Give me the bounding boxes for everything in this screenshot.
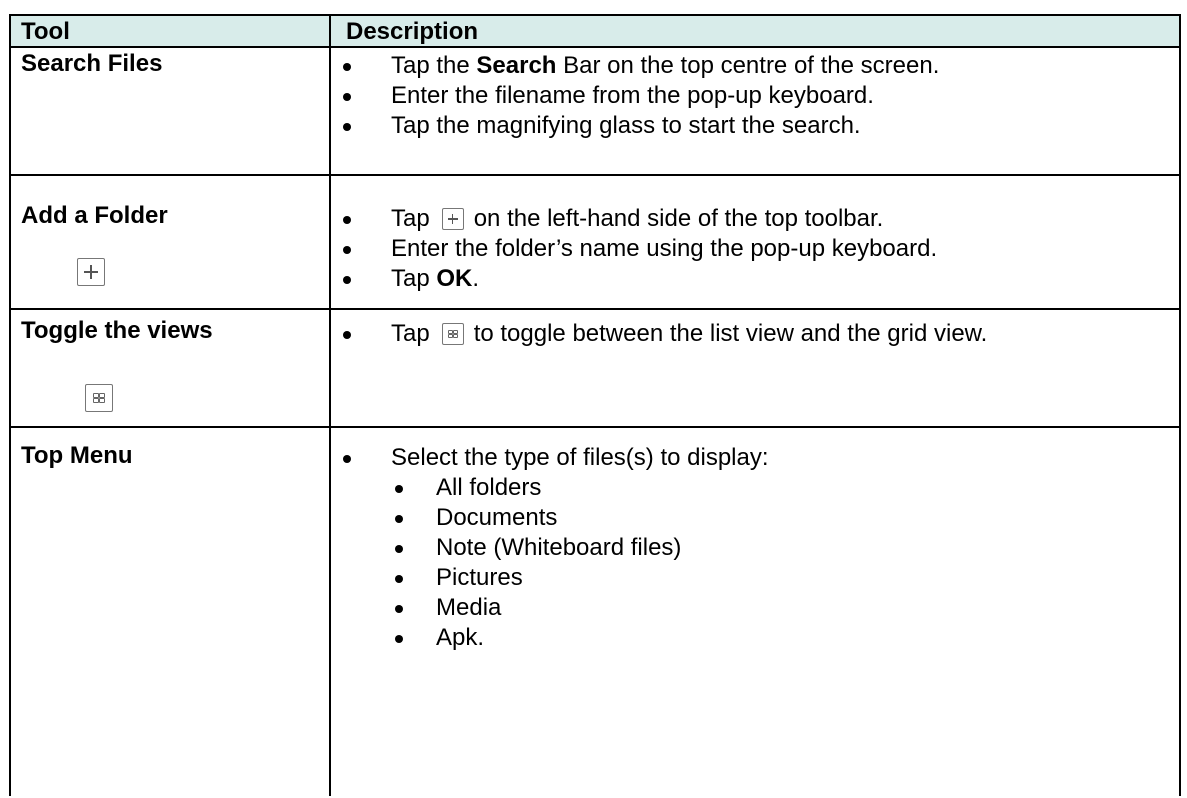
list-item: Tap the magnifying glass to start the se… [337,111,1173,141]
list-item: Select the type of files(s) to display: [337,443,1173,473]
column-divider [329,16,331,796]
sub-list-item: Documents [337,503,1173,533]
list-item: Enter the folder’s name using the pop-up… [337,234,1173,264]
table-row-search-files: Search Files Tap the Search Bar on the t… [11,48,1179,176]
list-item: Tap to toggle between the list view and t… [337,319,1173,349]
sub-list-item: All folders [337,473,1173,503]
list-item: Tap OK. [337,264,1173,294]
sub-list-item: Note (Whiteboard files) [337,533,1173,563]
description-toggle-views: Tap to toggle between the list view and t… [337,319,1173,349]
grid-view-icon [85,384,113,412]
grid-view-icon [441,323,464,345]
description-add-folder: Tap on the left-hand side of the top tool… [337,204,1173,294]
sub-list-item: Media [337,593,1173,623]
list-item: Tap on the left-hand side of the top tool… [337,204,1173,234]
table-row-add-folder: Add a Folder Tap on the left-hand side of… [11,176,1179,310]
table-row-top-menu: Top Menu Select the type of files(s) to … [11,428,1179,798]
tools-table: Tool Description Search Files Tap the Se… [9,14,1181,796]
table-row-toggle-views: Toggle the views Tap to toggle between th… [11,310,1179,428]
list-item: Enter the filename from the pop-up keybo… [337,81,1173,111]
sub-list-item: Apk. [337,623,1173,653]
tool-name-toggle-views: Toggle the views [21,317,213,344]
list-item: Tap the Search Bar on the top centre of … [337,51,1173,81]
tool-name-top-menu: Top Menu [21,442,133,469]
sub-list-item: Pictures [337,563,1173,593]
plus-icon [441,208,464,230]
description-search-files: Tap the Search Bar on the top centre of … [337,51,1173,141]
header-tool: Tool [21,18,70,45]
plus-icon [77,258,105,286]
tool-name-search-files: Search Files [21,50,163,77]
table-header: Tool Description [11,16,1179,48]
header-description: Description [346,18,479,45]
tool-name-add-folder: Add a Folder [21,202,168,229]
description-top-menu: Select the type of files(s) to display: … [337,443,1173,653]
